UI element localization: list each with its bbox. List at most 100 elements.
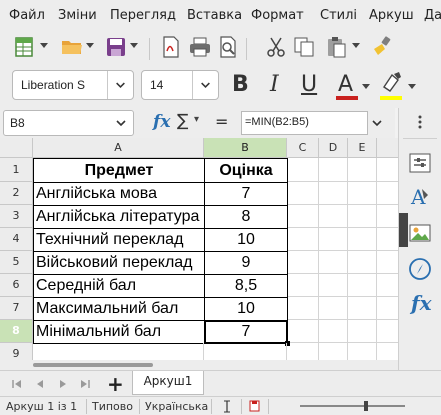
cell-b5[interactable]: 9 xyxy=(204,251,288,275)
new-dropdown-icon[interactable] xyxy=(40,43,48,49)
row-header-3[interactable]: 3 xyxy=(0,205,33,228)
sheet-position-status[interactable]: Аркуш 1 із 1 xyxy=(6,400,77,413)
gallery-icon[interactable] xyxy=(407,220,433,246)
cell-f9[interactable] xyxy=(377,343,398,360)
cell-a2[interactable]: Англійська мова xyxy=(33,182,205,206)
page-style-status[interactable]: Типово xyxy=(92,400,133,413)
cell-f7[interactable] xyxy=(377,297,398,320)
styles-icon[interactable]: A xyxy=(407,183,433,209)
cell-f4[interactable] xyxy=(377,228,398,251)
cell-c2[interactable] xyxy=(287,182,319,205)
formula-button[interactable]: = xyxy=(215,112,228,131)
highlight-dropdown-icon[interactable] xyxy=(408,84,416,90)
cell-d8[interactable] xyxy=(319,320,348,343)
cell-c7[interactable] xyxy=(287,297,319,320)
cell-e9[interactable] xyxy=(348,343,377,360)
save-icon[interactable] xyxy=(104,35,128,59)
cell-d4[interactable] xyxy=(319,228,348,251)
select-all-corner[interactable] xyxy=(0,138,33,158)
menu-styles[interactable]: Стилі xyxy=(320,8,357,23)
row-header-5[interactable]: 5 xyxy=(0,251,33,274)
cell-b2[interactable]: 7 xyxy=(204,182,288,206)
cell-d6[interactable] xyxy=(319,274,348,297)
cell-a4[interactable]: Технічний переклад xyxy=(33,228,205,252)
cell-e8[interactable] xyxy=(348,320,377,343)
cell-e1[interactable] xyxy=(348,158,377,182)
functions-icon[interactable]: fx xyxy=(411,291,432,315)
sheet-tab-active[interactable]: Аркуш1 xyxy=(132,371,204,395)
cell-f8[interactable] xyxy=(377,320,398,343)
print-preview-icon[interactable] xyxy=(216,35,240,59)
cell-d5[interactable] xyxy=(319,251,348,274)
sum-button[interactable]: ∑ xyxy=(177,111,188,131)
column-header-b[interactable]: B xyxy=(204,138,287,158)
font-color-dropdown-icon[interactable] xyxy=(362,84,370,90)
cell-a3[interactable]: Англійська література xyxy=(33,205,205,229)
cell-a7[interactable]: Максимальний бал xyxy=(33,297,205,321)
properties-icon[interactable] xyxy=(407,150,433,176)
menu-insert[interactable]: Вставка xyxy=(187,8,242,23)
add-sheet-button[interactable]: + xyxy=(107,372,124,396)
paste-dropdown-icon[interactable] xyxy=(352,43,360,49)
column-header-a[interactable]: A xyxy=(33,138,204,158)
cell-b7[interactable]: 10 xyxy=(204,297,288,321)
cell-b3[interactable]: 8 xyxy=(204,205,288,229)
menu-view[interactable]: Перегляд xyxy=(110,8,176,23)
column-header-e[interactable]: E xyxy=(348,138,377,158)
menu-data[interactable]: Да xyxy=(424,8,441,23)
cell-a5[interactable]: Військовий переклад xyxy=(33,251,205,275)
cell-b1[interactable]: Оцінка xyxy=(204,158,288,183)
row-header-4[interactable]: 4 xyxy=(0,228,33,251)
menu-format[interactable]: Формат xyxy=(251,8,304,23)
cell-e6[interactable] xyxy=(348,274,377,297)
chevron-down-icon[interactable] xyxy=(109,111,133,135)
cell-e4[interactable] xyxy=(348,228,377,251)
document-modified-icon[interactable] xyxy=(249,400,260,412)
menu-sheet[interactable]: Аркуш xyxy=(369,8,414,23)
zoom-slider[interactable] xyxy=(300,401,405,411)
sum-dropdown-icon[interactable]: ▾ xyxy=(194,114,199,125)
chevron-down-icon[interactable] xyxy=(107,71,133,99)
row-header-9[interactable]: 9 xyxy=(0,343,33,360)
cell-c4[interactable] xyxy=(287,228,319,251)
insert-mode-icon[interactable] xyxy=(221,400,233,413)
new-spreadsheet-icon[interactable] xyxy=(13,35,37,59)
cell-d3[interactable] xyxy=(319,205,348,228)
cell-e2[interactable] xyxy=(348,182,377,205)
cell-c6[interactable] xyxy=(287,274,319,297)
open-folder-icon[interactable] xyxy=(60,35,84,59)
cell-c1[interactable] xyxy=(287,158,319,182)
copy-icon[interactable] xyxy=(292,35,316,59)
cell-f6[interactable] xyxy=(377,274,398,297)
navigator-icon[interactable] xyxy=(407,256,433,282)
column-header-d[interactable]: D xyxy=(319,138,348,158)
cell-b6[interactable]: 8,5 xyxy=(204,274,288,298)
clone-formatting-icon[interactable] xyxy=(370,35,394,59)
zoom-thumb[interactable] xyxy=(364,401,368,411)
next-sheet-icon[interactable] xyxy=(56,377,70,391)
cell-c8[interactable] xyxy=(287,320,319,343)
save-dropdown-icon[interactable] xyxy=(130,43,138,49)
row-header-1[interactable]: 1 xyxy=(0,158,33,182)
horizontal-scrollbar[interactable] xyxy=(0,360,398,370)
cell-b9[interactable] xyxy=(204,343,287,360)
row-header-2[interactable]: 2 xyxy=(0,182,33,205)
paste-icon[interactable] xyxy=(324,35,348,59)
italic-button[interactable]: I xyxy=(270,72,279,97)
menu-file[interactable]: Файл xyxy=(9,8,45,23)
cell-c3[interactable] xyxy=(287,205,319,228)
previous-sheet-icon[interactable] xyxy=(33,377,47,391)
cell-b4[interactable]: 10 xyxy=(204,228,288,252)
language-status[interactable]: Українська xyxy=(145,400,208,413)
formula-input[interactable]: =MIN(B2:B5) xyxy=(241,111,368,135)
cell-d2[interactable] xyxy=(319,182,348,205)
row-header-6[interactable]: 6 xyxy=(0,274,33,297)
cell-c9[interactable] xyxy=(287,343,319,360)
font-name-box[interactable]: Liberation S xyxy=(12,70,134,100)
cell-f5[interactable] xyxy=(377,251,398,274)
chevron-down-icon[interactable] xyxy=(192,71,218,99)
cell-f3[interactable] xyxy=(377,205,398,228)
menu-edit[interactable]: Зміни xyxy=(58,8,97,23)
first-sheet-icon[interactable] xyxy=(10,377,24,391)
cell-a9[interactable] xyxy=(33,343,204,360)
